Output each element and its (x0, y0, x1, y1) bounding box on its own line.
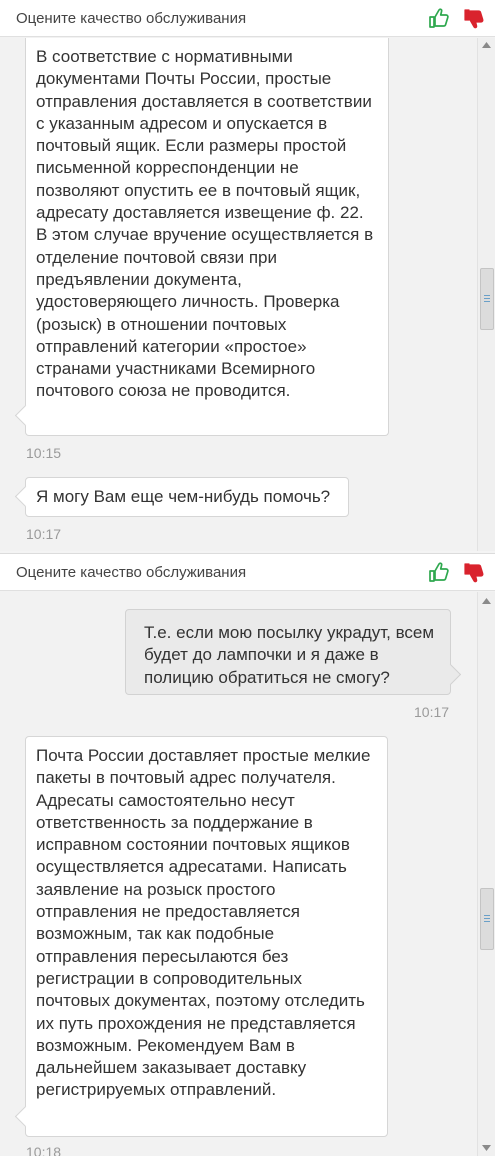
chat-panel-1: Оцените качество обслуживания В соответс… (0, 0, 495, 551)
scroll-up-icon[interactable] (478, 38, 495, 52)
thumbs-down-icon[interactable] (463, 562, 485, 584)
scrollbar-thumb[interactable] (480, 888, 494, 950)
message-bubble-outgoing: Т.е. если мою посылку украдут, всем буде… (125, 609, 451, 695)
rating-bar: Оцените качество обслуживания (0, 554, 495, 591)
message-bubble-incoming: Почта России доставляет простые мелкие п… (25, 736, 388, 1137)
rating-bar: Оцените качество обслуживания (0, 0, 495, 37)
message-time: 10:15 (26, 445, 62, 461)
scrollbar[interactable] (477, 38, 495, 551)
thumbs-down-icon[interactable] (463, 8, 485, 30)
rating-title: Оцените качество обслуживания (16, 9, 247, 27)
message-text: Я могу Вам еще чем-нибудь помочь? (36, 487, 331, 506)
rating-title: Оцените качество обслуживания (16, 563, 247, 581)
message-bubble-incoming: В соответствие с нормативными документам… (25, 38, 389, 436)
scrollbar-thumb[interactable] (480, 268, 494, 330)
message-time: 10:18 (26, 1144, 62, 1156)
message-time: 10:17 (414, 704, 450, 720)
scrollbar[interactable] (477, 592, 495, 1156)
scroll-down-icon[interactable] (478, 1141, 495, 1155)
message-text: В соответствие с нормативными документам… (36, 47, 374, 401)
message-text: Т.е. если мою посылку украдут, всем буде… (144, 623, 435, 687)
message-time: 10:17 (26, 526, 62, 542)
thumbs-up-icon[interactable] (428, 561, 450, 583)
thumbs-up-icon[interactable] (428, 7, 450, 29)
message-bubble-incoming: Я могу Вам еще чем-нибудь помочь? (25, 477, 349, 517)
scroll-up-icon[interactable] (478, 594, 495, 608)
message-text: Почта России доставляет простые мелкие п… (36, 746, 371, 1100)
chat-panel-2: Оцените качество обслуживания Т.е. если … (0, 553, 495, 1156)
